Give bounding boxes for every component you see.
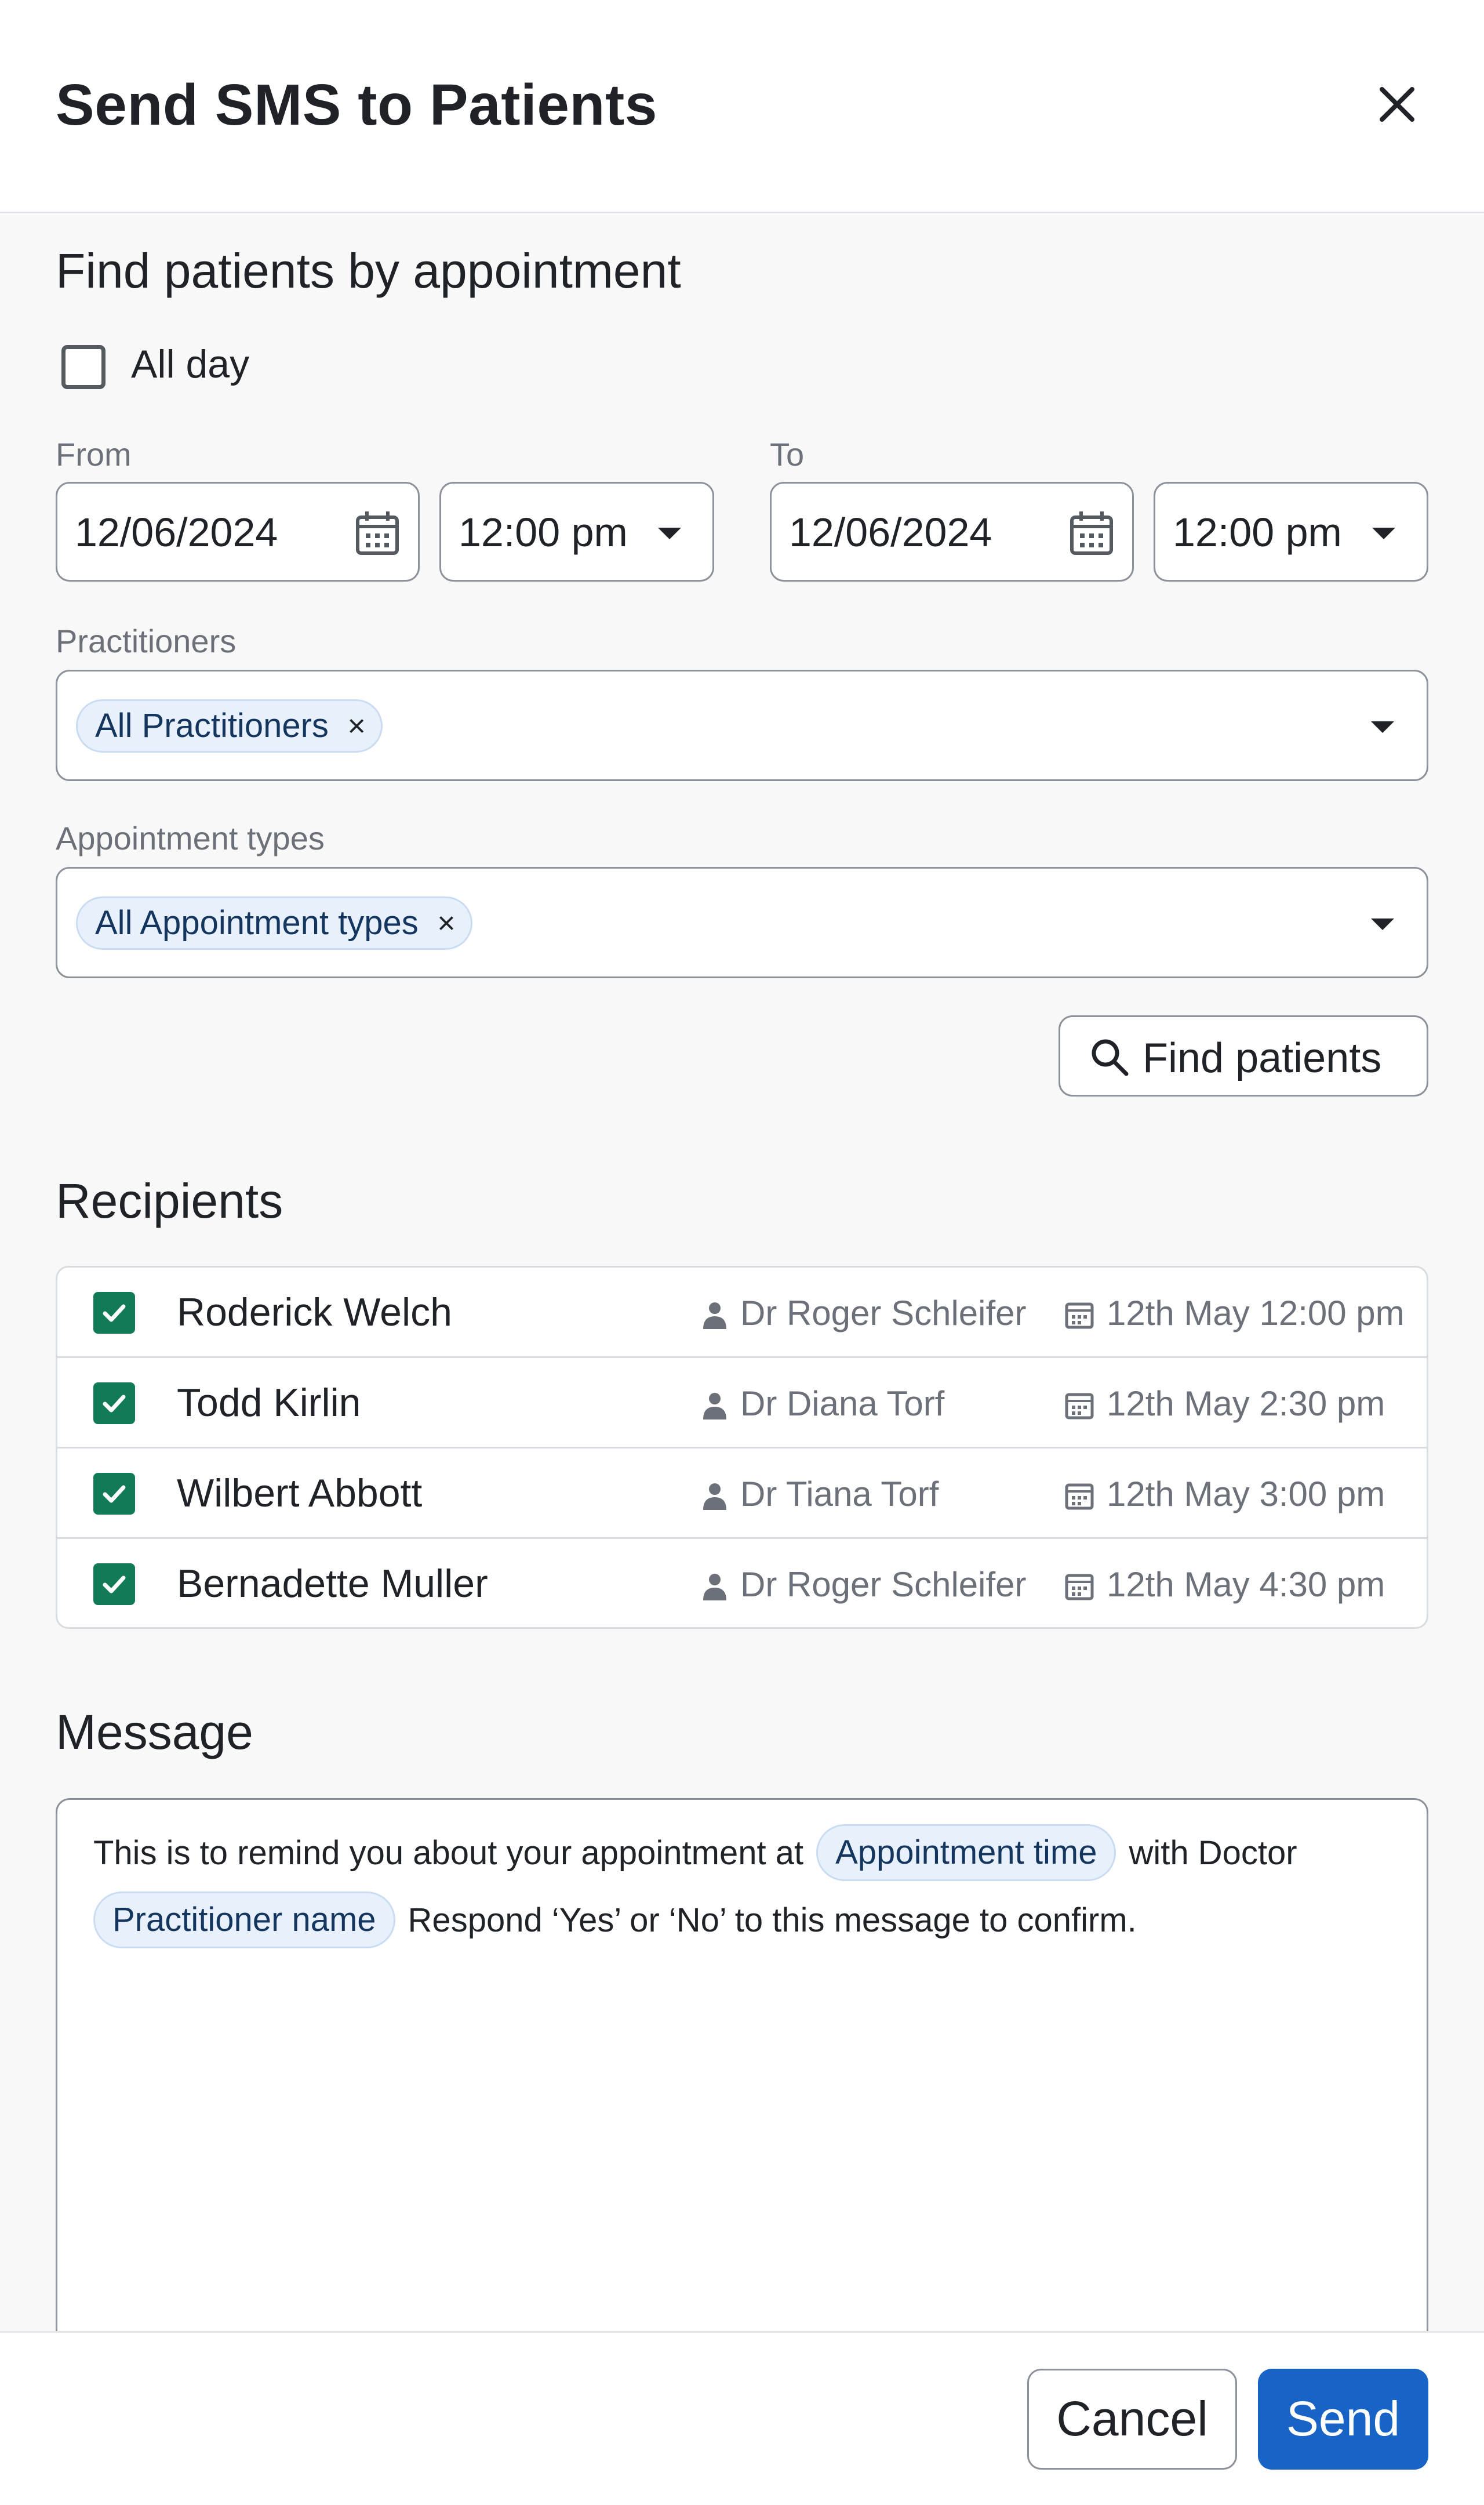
dialog-title: Send SMS to Patients [56,72,657,137]
recipient-practitioner: Dr Tiana Torf [740,1475,939,1513]
from-time-select[interactable]: 12:00 pm [439,482,714,582]
send-button[interactable]: Send [1258,2369,1428,2470]
recipient-practitioner: Dr Diana Torf [740,1384,945,1423]
recipient-checkbox[interactable] [93,1473,135,1515]
message-line-1: This is to remind you about your appoint… [93,1824,1297,1881]
to-label: To [770,436,805,473]
to-date-input[interactable]: 12/06/2024 [770,482,1134,582]
dialog-footer: Cancel Send [0,2331,1484,2505]
recipient-practitioner: Dr Roger Schleifer [740,1565,1027,1604]
message-text: with Doctor [1129,1834,1297,1872]
to-date-value: 12/06/2024 [789,510,992,555]
recipient-row[interactable]: Roderick Welch Dr Roger Schleifer 12th M… [57,1268,1427,1358]
recipient-name: Bernadette Muller [177,1562,488,1606]
recipient-checkbox[interactable] [93,1563,135,1605]
chip-remove-icon[interactable]: × [347,701,366,751]
recipient-row[interactable]: Wilbert Abbott Dr Tiana Torf 12th May 3:… [57,1448,1427,1539]
from-label: From [56,436,132,473]
appointment-types-chip-label: All Appointment types [95,904,419,942]
checkmark-icon [103,1485,126,1503]
practitioners-chip-label: All Practitioners [95,707,329,745]
message-line-2: Practitioner name Respond ‘Yes’ or ‘No’ … [93,1892,1137,1948]
from-time-value: 12:00 pm [459,510,628,555]
calendar-icon [1065,1393,1094,1420]
find-patients-label: Find patients [1143,1035,1382,1081]
checkmark-icon [103,1395,126,1413]
practitioners-label: Practitioners [56,623,237,659]
checkmark-icon [103,1575,126,1593]
calendar-icon [1065,1302,1094,1329]
chip-remove-icon[interactable]: × [437,898,456,948]
recipient-time: 12th May 2:30 pm [1107,1384,1385,1423]
from-date-input[interactable]: 12/06/2024 [56,482,420,582]
recipients-list: Roderick Welch Dr Roger Schleifer 12th M… [56,1266,1428,1629]
all-day-label: All day [131,342,250,386]
recipient-checkbox[interactable] [93,1382,135,1424]
practitioners-select[interactable]: All Practitioners × [56,670,1428,781]
caret-down-icon [1371,721,1394,733]
calendar-icon [356,511,399,555]
checkmark-icon [103,1304,126,1322]
to-time-value: 12:00 pm [1173,510,1342,555]
recipients-title: Recipients [56,1174,283,1228]
all-day-checkbox[interactable] [61,345,106,389]
recipient-row[interactable]: Todd Kirlin Dr Diana Torf 12th May 2:30 … [57,1358,1427,1448]
recipient-name: Wilbert Abbott [177,1471,423,1515]
cancel-button[interactable]: Cancel [1027,2369,1237,2470]
caret-down-icon [1371,919,1394,930]
recipient-row[interactable]: Bernadette Muller Dr Roger Schleifer 12t… [57,1539,1427,1627]
caret-down-icon [1372,528,1395,539]
appointment-types-chip: All Appointment types × [76,896,472,950]
to-time-select[interactable]: 12:00 pm [1154,482,1428,582]
find-section-title: Find patients by appointment [56,244,681,298]
recipient-practitioner: Dr Roger Schleifer [740,1294,1027,1333]
find-patients-button[interactable]: Find patients [1059,1015,1428,1097]
message-title: Message [56,1705,253,1759]
appointment-types-label: Appointment types [56,820,325,856]
recipient-time: 12th May 12:00 pm [1107,1294,1405,1333]
search-icon [1092,1039,1129,1076]
message-text: Respond ‘Yes’ or ‘No’ to this message to… [408,1901,1137,1939]
from-date-value: 12/06/2024 [75,510,278,555]
caret-down-icon [658,528,681,539]
recipient-name: Todd Kirlin [177,1381,361,1425]
calendar-icon [1065,1574,1094,1600]
recipient-time: 12th May 4:30 pm [1107,1565,1385,1604]
close-icon [1380,87,1414,122]
recipient-checkbox[interactable] [93,1292,135,1334]
appointment-time-token[interactable]: Appointment time [816,1824,1116,1881]
appointment-types-select[interactable]: All Appointment types × [56,867,1428,978]
calendar-icon [1065,1483,1094,1510]
message-editor[interactable]: This is to remind you about your appoint… [56,1798,1428,2331]
recipient-name: Roderick Welch [177,1290,452,1334]
practitioner-name-token[interactable]: Practitioner name [93,1892,395,1948]
dialog-header: Send SMS to Patients [0,0,1484,213]
calendar-icon [1070,511,1113,555]
recipient-time: 12th May 3:00 pm [1107,1475,1385,1513]
close-button[interactable] [1374,81,1420,128]
message-text: This is to remind you about your appoint… [93,1834,804,1872]
dialog-body[interactable]: Find patients by appointment All day Fro… [0,215,1484,2331]
practitioners-chip: All Practitioners × [76,699,383,753]
